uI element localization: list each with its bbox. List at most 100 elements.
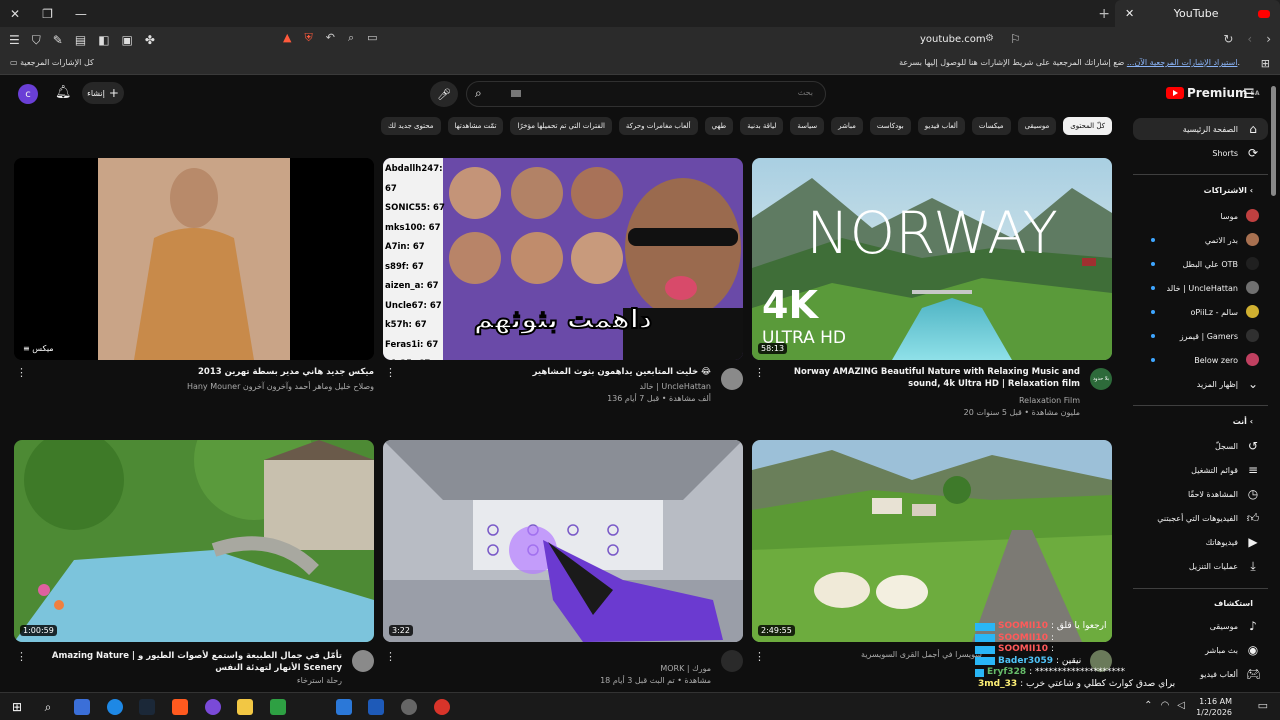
video-thumbnail[interactable]: NORWAY 4K ULTRA HD 58:13	[752, 158, 1112, 360]
page-scrollbar[interactable]	[1271, 86, 1276, 196]
search-input[interactable]	[613, 88, 813, 97]
sidebar-subscription[interactable]: موسا	[1133, 205, 1268, 227]
brave-shield-icon[interactable]: ⛨	[304, 31, 312, 45]
windows-start-icon[interactable]: ⊞	[9, 699, 25, 715]
wifi-icon[interactable]: ◠	[1161, 700, 1170, 711]
bookmark-icon[interactable]: ⚐	[1010, 32, 1021, 46]
video-thumbnail[interactable]: داهمت بثوثهم Abdallh247: 67 SONIC55: 67 mk…	[383, 158, 743, 360]
category-chip[interactable]: مباشر	[831, 117, 863, 135]
channel-avatar[interactable]	[721, 650, 743, 672]
puzzle-icon[interactable]: ✤	[145, 33, 155, 48]
category-chip[interactable]: ألعاب مغامرات وحركة	[618, 117, 698, 135]
sidebar-subscription[interactable]: بدر الاتمي	[1133, 229, 1268, 251]
sidebar-item-you[interactable]: السجلّ ↺	[1133, 435, 1268, 457]
sidebar-item-explore[interactable]: موسيقى ♪	[1133, 615, 1268, 637]
category-chip[interactable]: الفترات التي تم تحميلها مؤخرًا	[510, 117, 612, 135]
tab-search-icon[interactable]: ▣	[122, 33, 133, 48]
video-channel[interactable]: خالد | UncleHattan	[640, 382, 711, 391]
back-icon[interactable]: ‹	[1247, 32, 1252, 46]
video-title[interactable]: Amazing Nature | تأمّل في جمال الطبيعة و…	[42, 650, 342, 674]
channel-avatar[interactable]	[721, 368, 743, 390]
wallet-icon[interactable]: ▤	[75, 33, 86, 48]
notifications-bell-icon[interactable]: 🔔︎	[55, 85, 72, 100]
sidebar-item-shorts[interactable]: Shorts ⟳	[1133, 142, 1268, 164]
more-actions-icon[interactable]: ⋮	[385, 366, 396, 379]
sidebar-item-you[interactable]: قوائم التشغيل ≡	[1133, 459, 1268, 481]
apps-grid-icon[interactable]: ⊞	[1261, 57, 1270, 70]
file-explorer-icon[interactable]	[237, 699, 253, 715]
store-icon[interactable]	[270, 699, 286, 715]
sidebar-item-you[interactable]: المشاهدة لاحقًا ◷	[1133, 483, 1268, 505]
chevron-up-icon[interactable]: ⌃	[1144, 700, 1152, 711]
more-actions-icon[interactable]: ⋮	[16, 650, 27, 663]
search-taskbar-icon[interactable]: ⌕	[40, 699, 56, 715]
video-title[interactable]: خليت المتابعين يداهمون بثوث المشاهير 😂	[411, 366, 711, 378]
shield-icon[interactable]: ⛉	[32, 33, 41, 48]
you-heading[interactable]: أنت ‹	[1233, 417, 1253, 426]
restore-window-icon[interactable]: ❐	[42, 7, 53, 21]
video-thumbnail[interactable]: 3:22	[383, 440, 743, 642]
sidebar-item-you[interactable]: الفيديوهات التي أعجبتني 👍︎	[1133, 507, 1268, 529]
app-icon-blue[interactable]	[336, 699, 352, 715]
sidebar-subscription[interactable]: خالد | UncleHattan	[1133, 277, 1268, 299]
sidebar-item-home[interactable]: الصفحة الرئيسية ⌂	[1133, 118, 1268, 140]
volume-icon[interactable]: ◁	[1177, 700, 1185, 711]
more-actions-icon[interactable]: ⋮	[16, 366, 27, 379]
category-chip[interactable]: تمّت مشاهدتها	[447, 117, 504, 135]
new-tab-button[interactable]: +	[1098, 6, 1110, 22]
steam-icon[interactable]	[139, 699, 155, 715]
category-chip[interactable]: لياقة بدنية	[740, 117, 784, 135]
obs-icon[interactable]	[434, 699, 450, 715]
subscriptions-heading[interactable]: الاشتراكات ‹	[1204, 186, 1253, 195]
voice-search-button[interactable]: 🎤︎	[430, 81, 458, 107]
cast-icon[interactable]: ▭	[367, 31, 377, 45]
keyboard-icon[interactable]	[511, 90, 521, 97]
search-box[interactable]: ⌕	[466, 81, 826, 107]
category-chip[interactable]: كلّ المحتوى	[1063, 117, 1112, 135]
sidebar-show-more[interactable]: إظهار المزيد ⌄	[1133, 373, 1268, 395]
sidebar-subscription[interactable]: oPiiLz - سالم	[1133, 301, 1268, 323]
create-button[interactable]: إنشاء +	[82, 82, 124, 104]
all-bookmarks-button[interactable]: ▭ كل الإشارات المرجعية	[10, 58, 94, 67]
address-bar[interactable]: youtube.com	[920, 34, 986, 45]
reload-icon[interactable]: ↻	[1223, 32, 1233, 46]
reload-small-icon[interactable]: ↶	[326, 31, 335, 45]
taskbar-clock[interactable]: 1:16 AM 1/2/2026	[1196, 696, 1232, 718]
video-channel[interactable]: سويسرا في أجمل القرى السويسرية	[861, 650, 982, 659]
menu-icon[interactable]: ☰	[9, 33, 20, 48]
video-title[interactable]: Norway AMAZING Beautiful Nature with Rel…	[780, 366, 1080, 390]
forward-icon[interactable]: ›	[1266, 32, 1271, 46]
category-chip[interactable]: ميكسات	[971, 117, 1011, 135]
video-channel[interactable]: Relaxation Film	[1019, 396, 1080, 405]
video-thumbnail[interactable]: ≡ ميكس	[14, 158, 374, 360]
brave-icon[interactable]	[172, 699, 188, 715]
edge-icon[interactable]	[107, 699, 123, 715]
video-channel[interactable]: Hany Mouner وصلاح خليل وماهر أحمد وآخرون…	[187, 382, 374, 391]
video-channel[interactable]: MORK | مورك	[660, 664, 711, 673]
app-icon-purple[interactable]	[205, 699, 221, 715]
account-avatar[interactable]: c	[18, 84, 38, 104]
app-icon-grey[interactable]	[401, 699, 417, 715]
channel-avatar[interactable]	[352, 650, 374, 672]
more-actions-icon[interactable]: ⋮	[385, 650, 396, 663]
search-icon[interactable]: ⌕	[475, 86, 482, 101]
rewards-icon[interactable]: ▲	[283, 31, 291, 45]
extensions-icon[interactable]: ✎	[53, 33, 63, 48]
video-thumbnail[interactable]: 1:00:59	[14, 440, 374, 642]
tab-close-icon[interactable]: ✕	[1125, 7, 1134, 20]
video-channel[interactable]: رحلة استرخاء	[297, 676, 342, 685]
guide-menu-icon[interactable]: ☰	[1243, 87, 1255, 102]
category-chip[interactable]: طهي	[704, 117, 734, 135]
category-chip[interactable]: سياسة	[790, 117, 825, 135]
more-actions-icon[interactable]: ⋮	[754, 650, 765, 663]
category-chip[interactable]: بودكاست	[869, 117, 911, 135]
category-chip[interactable]: محتوى جديد لك	[380, 117, 441, 135]
channel-avatar[interactable]: بلا حدود	[1090, 368, 1112, 390]
copilot-icon[interactable]	[74, 699, 90, 715]
sidebar-subscription[interactable]: قيمرز | Gamers	[1133, 325, 1268, 347]
site-settings-icon[interactable]: ⚙	[985, 33, 994, 44]
video-thumbnail[interactable]: 2:49:55	[752, 440, 1112, 642]
find-icon[interactable]: ⌕	[348, 31, 354, 45]
more-actions-icon[interactable]: ⋮	[754, 366, 765, 379]
tab-youtube[interactable]: ✕ YouTube	[1115, 0, 1280, 27]
